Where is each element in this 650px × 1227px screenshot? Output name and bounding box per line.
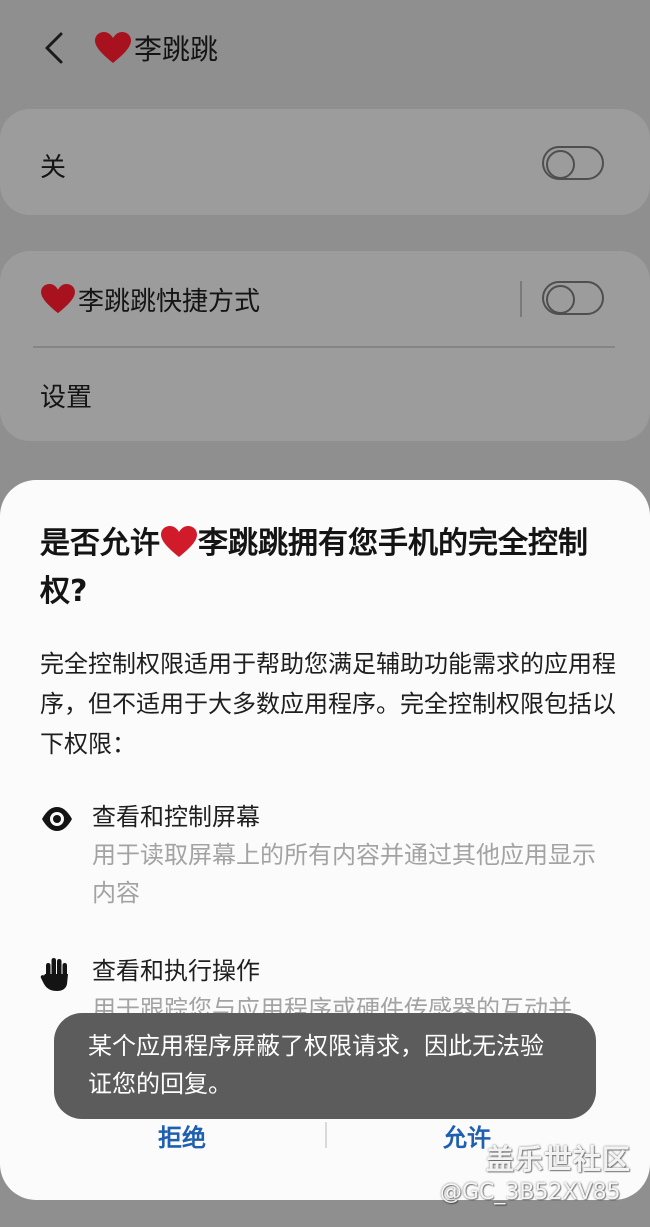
dialog-description: 完全控制权限适用于帮助您满足辅助功能需求的应用程序，但不适用于大多数应用程序。完… <box>40 650 616 758</box>
permission-title: 查看和控制屏幕 <box>92 803 260 831</box>
eye-icon <box>40 802 74 836</box>
allow-button[interactable]: 允许 <box>443 1118 491 1153</box>
master-toggle-switch[interactable] <box>542 146 604 180</box>
dialog-title-prefix: 是否允许 <box>40 526 160 561</box>
divider <box>520 281 522 317</box>
divider <box>325 1122 327 1148</box>
shortcut-label: 李跳跳快捷方式 <box>78 286 261 317</box>
watermark-username: @GC_3B52XV85 <box>440 1180 621 1205</box>
divider <box>33 346 615 348</box>
heart-icon <box>40 283 76 315</box>
page-title: 李跳跳 <box>94 26 218 70</box>
master-switch-label: 关 <box>40 153 67 183</box>
options-card: 李跳跳快捷方式 设置 <box>0 251 650 441</box>
heart-icon <box>160 525 198 559</box>
shortcut-toggle-switch[interactable] <box>542 281 604 315</box>
shortcut-row[interactable]: 李跳跳快捷方式 <box>40 279 260 319</box>
watermark-logo: 盖乐世社区 <box>486 1143 632 1176</box>
permission-title: 查看和执行操作 <box>92 957 260 985</box>
deny-button[interactable]: 拒绝 <box>158 1118 206 1153</box>
back-button[interactable] <box>30 22 78 74</box>
heart-icon <box>94 31 132 65</box>
permission-description: 用于读取屏幕上的所有内容并通过其他应用显示内容 <box>92 841 596 907</box>
dialog-title: 是否允许 李跳跳拥有您手机的完全控制权? <box>40 520 620 616</box>
toast-message: 某个应用程序屏蔽了权限请求，因此无法验证您的回复。 <box>54 1013 596 1119</box>
page-title-text: 李跳跳 <box>134 33 219 66</box>
hand-icon <box>40 956 74 991</box>
master-switch-card[interactable]: 关 <box>0 109 650 215</box>
chevron-left-icon <box>45 32 63 64</box>
settings-item[interactable]: 设置 <box>40 377 92 414</box>
app-bar: 李跳跳 <box>0 0 650 100</box>
